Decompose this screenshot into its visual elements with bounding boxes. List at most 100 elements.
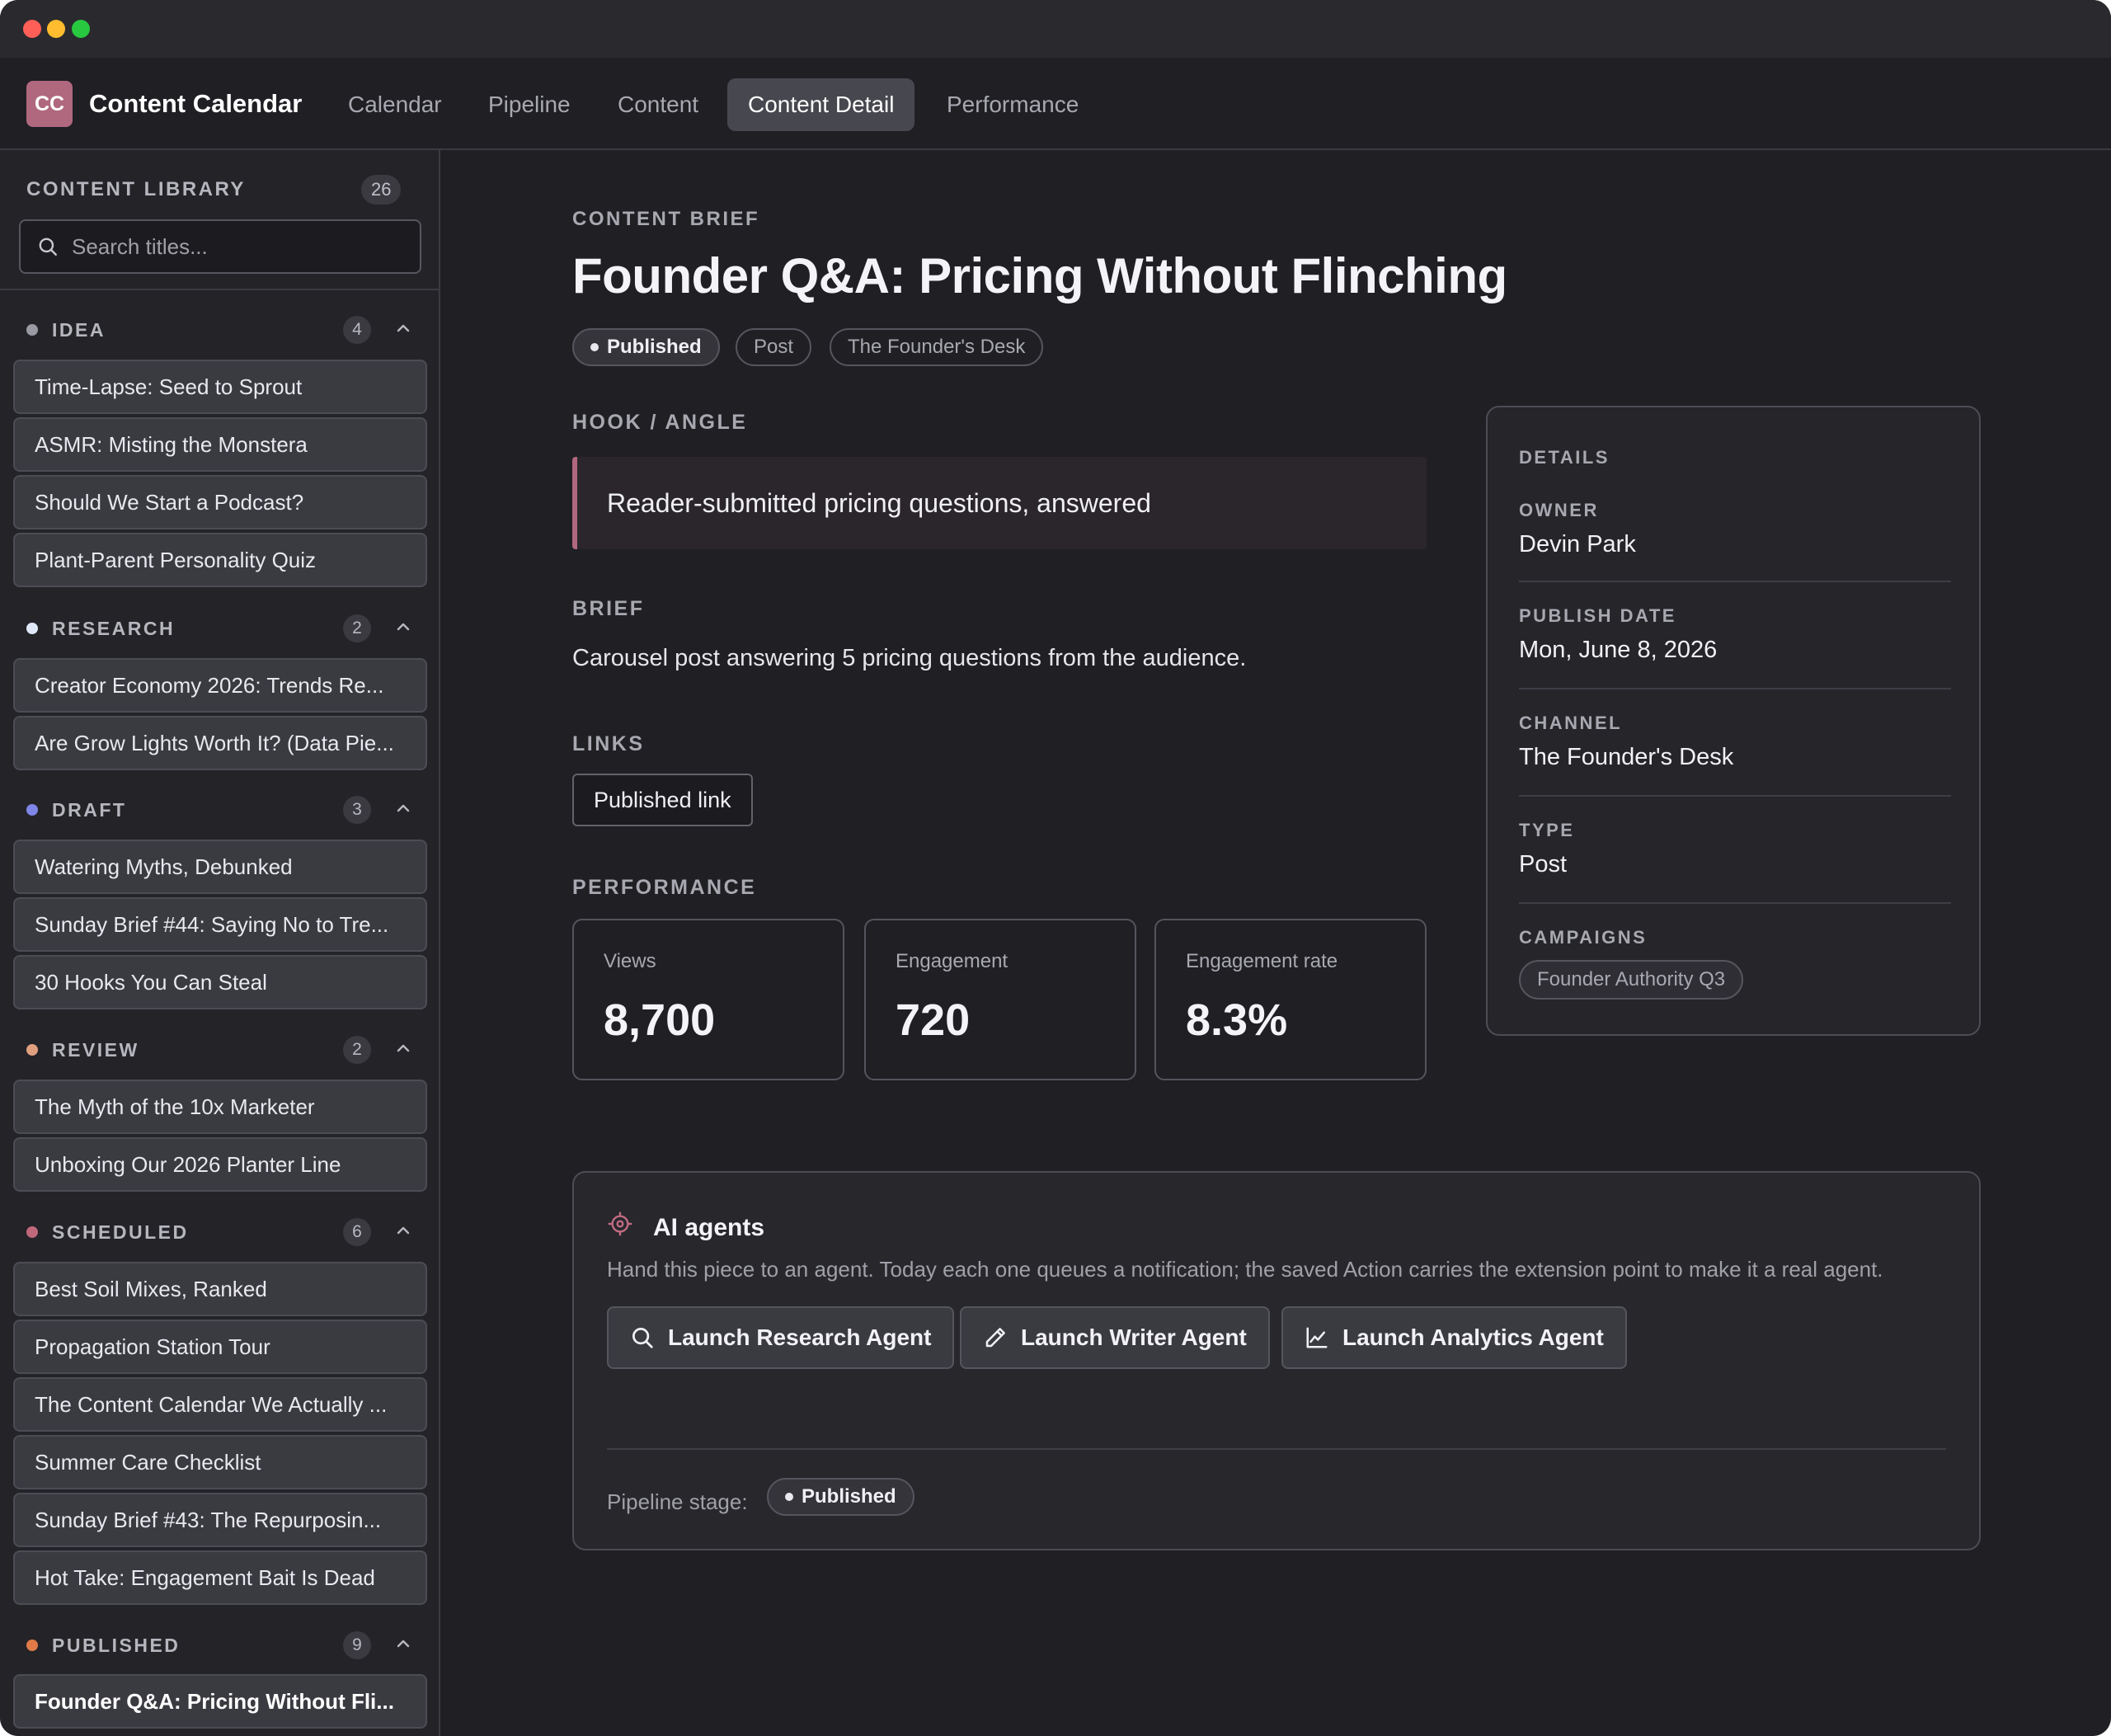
metric-value: 720 bbox=[896, 995, 971, 1045]
group-header-research[interactable]: RESEARCH 2 bbox=[26, 612, 414, 645]
brief-text: Carousel post answering 5 pricing questi… bbox=[572, 645, 1247, 671]
metric-label: Views bbox=[604, 950, 656, 972]
content-detail-main: CONTENT BRIEF Founder Q&A: Pricing Witho… bbox=[442, 150, 2111, 1736]
group-header-published[interactable]: PUBLISHED 9 bbox=[26, 1629, 414, 1662]
button-label: Launch Analytics Agent bbox=[1342, 1324, 1604, 1350]
group-count-badge: 3 bbox=[343, 796, 371, 824]
status-dot bbox=[590, 343, 599, 351]
status-dot bbox=[26, 623, 38, 634]
list-item[interactable]: Watering Myths, Debunked bbox=[13, 840, 427, 894]
status-badge: Published bbox=[572, 328, 720, 366]
launch-analytics-agent-button[interactable]: Launch Analytics Agent bbox=[1281, 1306, 1627, 1369]
status-dot bbox=[26, 1640, 38, 1651]
group-name: SCHEDULED bbox=[52, 1221, 189, 1243]
tab-pipeline[interactable]: Pipeline bbox=[468, 78, 591, 131]
ai-agents-title: AI agents bbox=[653, 1214, 765, 1241]
status-label: Published bbox=[607, 336, 702, 358]
divider bbox=[1519, 795, 1951, 797]
app-logo: CC bbox=[26, 81, 73, 127]
chevron-up-icon[interactable] bbox=[393, 798, 413, 818]
line-chart-icon bbox=[1306, 1327, 1328, 1348]
divider bbox=[1519, 902, 1951, 904]
list-item[interactable]: Unboxing Our 2026 Planter Line bbox=[13, 1137, 427, 1192]
hook-heading: HOOK / ANGLE bbox=[572, 411, 748, 434]
list-item[interactable]: Should We Start a Podcast? bbox=[13, 475, 427, 529]
group-header-idea[interactable]: IDEA 4 bbox=[26, 313, 414, 346]
chevron-up-icon[interactable] bbox=[393, 1221, 413, 1240]
close-window-button[interactable] bbox=[23, 20, 41, 38]
metric-card-engagement: Engagement 720 bbox=[864, 919, 1136, 1080]
list-item[interactable]: The Myth of the 10x Marketer bbox=[13, 1080, 427, 1134]
metric-card-views: Views 8,700 bbox=[572, 919, 844, 1080]
chevron-up-icon[interactable] bbox=[393, 1038, 413, 1058]
campaigns-label: CAMPAIGNS bbox=[1519, 927, 1648, 948]
group-header-draft[interactable]: DRAFT 3 bbox=[26, 793, 414, 826]
pipeline-stage-label: Pipeline stage: bbox=[607, 1489, 748, 1514]
list-item[interactable]: Plant-Parent Personality Quiz bbox=[13, 533, 427, 587]
title-bar bbox=[0, 0, 2111, 58]
channel-label: CHANNEL bbox=[1519, 713, 1623, 733]
zoom-window-button[interactable] bbox=[72, 20, 90, 38]
list-item[interactable]: Sunday Brief #43: The Repurposin... bbox=[13, 1493, 427, 1547]
list-item[interactable]: Propagation Station Tour bbox=[13, 1320, 427, 1374]
tab-calendar[interactable]: Calendar bbox=[327, 78, 463, 131]
list-item[interactable]: Summer Care Checklist bbox=[13, 1435, 427, 1489]
group-name: REVIEW bbox=[52, 1038, 139, 1061]
search-icon bbox=[632, 1328, 653, 1348]
search-input[interactable] bbox=[72, 233, 402, 260]
sidebar-divider bbox=[0, 289, 439, 290]
list-item[interactable]: Are Grow Lights Worth It? (Data Pie... bbox=[13, 716, 427, 770]
list-item[interactable]: The Content Calendar We Actually ... bbox=[13, 1377, 427, 1432]
group-header-review[interactable]: REVIEW 2 bbox=[26, 1033, 414, 1066]
launch-writer-agent-button[interactable]: Launch Writer Agent bbox=[960, 1306, 1270, 1369]
list-item[interactable]: ASMR: Misting the Monstera bbox=[13, 417, 427, 472]
campaign-tag[interactable]: Founder Authority Q3 bbox=[1519, 960, 1744, 1000]
tab-performance[interactable]: Performance bbox=[926, 78, 1099, 131]
performance-heading: PERFORMANCE bbox=[572, 876, 757, 899]
metric-value: 8,700 bbox=[604, 995, 716, 1045]
type-label: TYPE bbox=[1519, 820, 1575, 840]
library-count-badge: 26 bbox=[361, 175, 402, 205]
chevron-up-icon[interactable] bbox=[393, 617, 413, 637]
page-title: Founder Q&A: Pricing Without Flinching bbox=[572, 248, 1507, 303]
content-brief-eyebrow: CONTENT BRIEF bbox=[572, 208, 760, 230]
app-window: CC Content Calendar Calendar Pipeline Co… bbox=[0, 0, 2111, 1736]
publish-date-value: Mon, June 8, 2026 bbox=[1519, 637, 1718, 663]
minimize-window-button[interactable] bbox=[47, 20, 65, 38]
links-heading: LINKS bbox=[572, 732, 645, 755]
search-icon bbox=[39, 238, 57, 256]
metric-label: Engagement rate bbox=[1186, 950, 1338, 972]
group-count-badge: 9 bbox=[343, 1631, 371, 1659]
chevron-up-icon[interactable] bbox=[393, 1634, 413, 1654]
details-panel: DETAILS OWNER Devin Park PUBLISH DATE Mo… bbox=[1486, 406, 1981, 1036]
status-dot bbox=[26, 1044, 38, 1056]
status-dot bbox=[26, 324, 38, 336]
launch-research-agent-button[interactable]: Launch Research Agent bbox=[607, 1306, 955, 1369]
tab-content[interactable]: Content bbox=[597, 78, 719, 131]
metric-value: 8.3% bbox=[1186, 995, 1288, 1045]
status-dot bbox=[26, 804, 38, 816]
chevron-up-icon[interactable] bbox=[393, 318, 413, 338]
list-item[interactable]: Hot Take: Engagement Bait Is Dead bbox=[13, 1550, 427, 1605]
crosshair-icon bbox=[608, 1211, 632, 1236]
ai-agents-description: Hand this piece to an agent. Today each … bbox=[607, 1257, 1883, 1282]
type-value: Post bbox=[1519, 851, 1568, 877]
hook-callout: Reader-submitted pricing questions, answ… bbox=[572, 457, 1427, 549]
list-item[interactable]: Sunday Brief #44: Saying No to Tre... bbox=[13, 897, 427, 952]
details-heading: DETAILS bbox=[1519, 447, 1610, 468]
list-item[interactable]: Creator Economy 2026: Trends Re... bbox=[13, 658, 427, 713]
metric-card-engagement-rate: Engagement rate 8.3% bbox=[1154, 919, 1427, 1080]
group-name: RESEARCH bbox=[52, 617, 176, 639]
group-header-scheduled[interactable]: SCHEDULED 6 bbox=[26, 1216, 414, 1249]
divider bbox=[1519, 688, 1951, 689]
list-item-selected[interactable]: Founder Q&A: Pricing Without Fli... bbox=[13, 1674, 427, 1729]
library-heading: CONTENT LIBRARY bbox=[26, 178, 246, 200]
published-link-button[interactable]: Published link bbox=[572, 774, 753, 826]
tab-content-detail[interactable]: Content Detail bbox=[727, 78, 915, 131]
status-dot bbox=[26, 1226, 38, 1238]
list-item[interactable]: Best Soil Mixes, Ranked bbox=[13, 1262, 427, 1316]
list-item[interactable]: Time-Lapse: Seed to Sprout bbox=[13, 360, 427, 414]
list-item[interactable]: 30 Hooks You Can Steal bbox=[13, 955, 427, 1009]
metric-label: Engagement bbox=[896, 950, 1008, 972]
app-title: Content Calendar bbox=[89, 89, 303, 118]
